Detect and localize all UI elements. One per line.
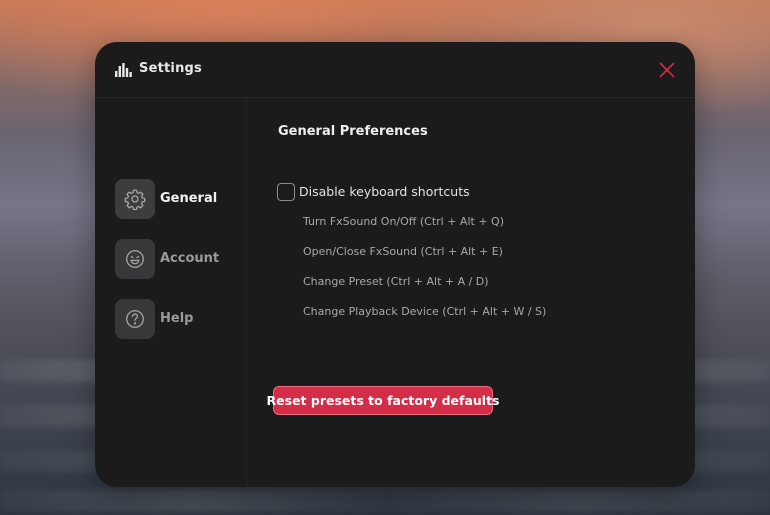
- shortcut-toggle-fxsound: Turn FxSound On/Off (Ctrl + Alt + Q): [303, 215, 504, 228]
- disable-shortcuts-checkbox[interactable]: [277, 183, 295, 201]
- shortcut-change-preset: Change Preset (Ctrl + Alt + A / D): [303, 275, 489, 288]
- shortcut-change-device: Change Playback Device (Ctrl + Alt + W /…: [303, 305, 547, 318]
- reset-presets-button[interactable]: Reset presets to factory defaults: [267, 386, 499, 415]
- close-icon[interactable]: [657, 60, 677, 80]
- shortcut-open-close: Open/Close FxSound (Ctrl + Alt + E): [303, 245, 503, 258]
- sidebar-item-general[interactable]: General: [115, 179, 240, 219]
- equalizer-bars-icon: [115, 63, 132, 77]
- smiley-face-icon: [115, 239, 155, 279]
- general-preferences-panel: General Preferences Disable keyboard sho…: [248, 99, 695, 487]
- title-bar: Settings: [95, 42, 695, 98]
- section-title: General Preferences: [278, 124, 428, 139]
- sidebar-item-help[interactable]: Help: [115, 299, 240, 339]
- disable-shortcuts-label: Disable keyboard shortcuts: [299, 184, 470, 199]
- sidebar-item-label: Help: [160, 311, 194, 326]
- settings-dialog: Settings General Account Help General Pr…: [95, 42, 695, 487]
- sidebar-item-account[interactable]: Account: [115, 239, 240, 279]
- question-circle-icon: [115, 299, 155, 339]
- settings-sidebar: General Account Help: [95, 99, 247, 487]
- gear-icon: [115, 179, 155, 219]
- sidebar-item-label: General: [160, 191, 218, 206]
- sidebar-item-label: Account: [160, 251, 220, 266]
- window-title: Settings: [139, 61, 202, 76]
- background-wave: [0, 490, 770, 512]
